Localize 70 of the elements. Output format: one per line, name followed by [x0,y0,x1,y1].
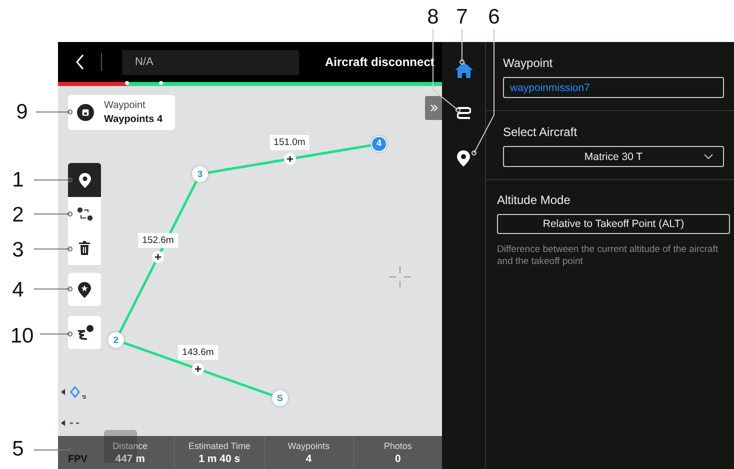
mission-type: Waypoint [104,100,146,111]
mission-name-field[interactable]: N/A [122,50,299,74]
aircraft-label: Select Aircraft [503,125,578,139]
star-pin-icon [78,282,91,298]
waypoint-marker[interactable]: S [272,390,288,406]
save-icon [77,104,94,121]
waypoint-marker[interactable]: 4 [371,136,387,152]
add-waypoint-button[interactable] [192,363,204,375]
callout-number: 9 [16,102,28,122]
callout-line [34,448,72,452]
stat-label: Waypoints [288,440,330,450]
aircraft-dropdown[interactable]: Matrice 30 T [503,146,724,167]
callout-number: 8 [427,6,439,28]
stat-value: 1 m 40 s [198,452,240,464]
poi-tool-button[interactable] [68,273,101,306]
fpv-label[interactable]: FPV [68,454,88,465]
crosshair-icon [389,266,411,288]
trash-icon [79,241,90,255]
callout-line [40,332,72,336]
callout-number: 6 [488,6,500,28]
callout-line [34,212,72,216]
route-icon [456,106,470,122]
mission-card[interactable]: Waypoint Waypoints 4 [68,95,175,130]
callout-number: 3 [12,240,24,260]
callout-line [34,246,72,252]
back-icon[interactable] [75,54,85,70]
distance-label: 151.0m [270,135,310,150]
callout-number: 5 [12,438,24,460]
waypoint-marker[interactable]: 2 [108,332,124,348]
altitude-mode-label: Altitude Mode [497,193,572,207]
callout-line [34,178,72,182]
mission-name-input[interactable]: waypoinmission7 [503,77,724,98]
callout-number: 10 [10,326,34,346]
trajectory-tool-button[interactable] [68,316,101,349]
altitude-mode-description: Difference between the current altitude of the aircraft and the takeoff point [497,244,720,268]
add-waypoint-button[interactable] [152,251,164,263]
callout-number: 7 [456,6,468,28]
callout-number: 2 [12,204,24,226]
caret-icon [704,154,713,159]
map-area[interactable]: 143.6m 152.6m 151.0m S 2 3 4 Waypoint Waypoints 4 FPV Distance 447 m Estimated Time 1 m 40 s Waypoints 4 Photos 0 [58,86,442,469]
pin-icon [457,150,470,166]
callout-line [34,286,72,292]
distance-label: 152.6m [138,233,178,248]
reverse-order-icon [76,207,92,221]
callout-number: 1 [12,170,24,190]
stat-label: Distance [112,440,148,450]
name-label: Waypoint [503,56,554,70]
stat-value: 0 [394,452,401,464]
add-waypoint-button[interactable] [284,153,296,165]
callout-line [36,110,72,114]
collapse-arrow-icon[interactable] [61,419,81,427]
waypoint-tool-button[interactable] [68,163,101,197]
pin-icon [78,172,90,188]
double-chevron-icon [430,104,438,112]
delete-tool-button[interactable] [68,231,101,265]
stat-label: Estimated Time [188,440,250,450]
waypoint-count: Waypoints 4 [104,114,163,125]
callout-number: 4 [12,280,24,300]
stat-value: 447 m [115,452,146,464]
reverse-tool-button[interactable] [68,197,101,231]
aircraft-position-icon [61,386,87,400]
trajectory-icon [76,325,94,340]
dropdown-value: Matrice 30 T [584,150,643,162]
stat-value: 4 [306,452,312,464]
stat-label: Photos [384,440,412,450]
home-icon [454,62,472,78]
altitude-mode-button[interactable]: Relative to Takeoff Point (ALT) [497,214,730,234]
expand-button[interactable] [425,96,442,120]
distance-label: 143.6m [178,345,218,360]
waypoint-marker[interactable]: 3 [192,166,208,182]
